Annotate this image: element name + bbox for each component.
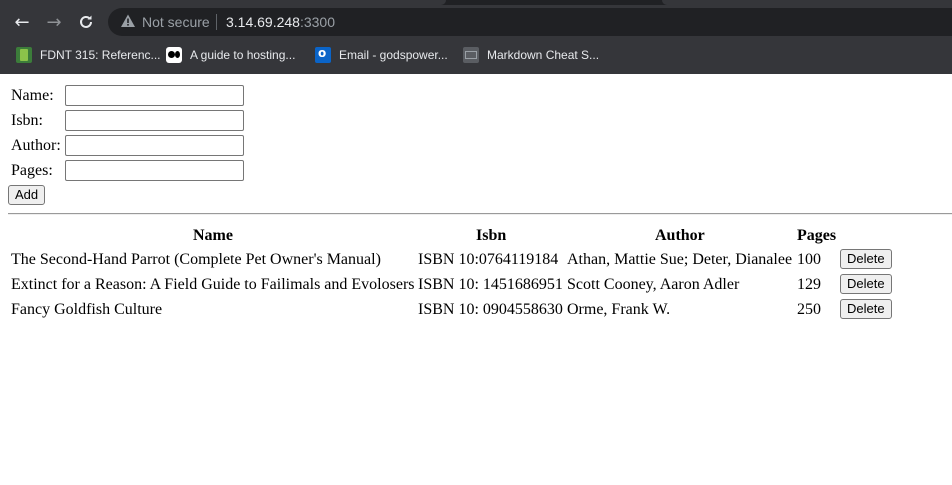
bookmark-label: FDNT 315: Referenc... xyxy=(40,48,161,62)
arrow-right-icon: → xyxy=(46,11,62,33)
bookmark-label: Email - godspower... xyxy=(339,48,448,62)
url-host: 3.14.69.248 xyxy=(226,14,300,30)
book-pages-cell: 250 xyxy=(797,301,821,318)
book-author-cell: Scott Cooney, Aaron Adler xyxy=(567,276,740,293)
security-status-label[interactable]: Not secure xyxy=(142,14,210,30)
bookmarks-bar: FDNT 315: Referenc... A guide to hosting… xyxy=(0,40,952,70)
delete-button[interactable]: Delete xyxy=(840,299,892,319)
book-isbn-cell: ISBN 10: 1451686951 xyxy=(418,276,563,293)
author-input[interactable] xyxy=(65,135,244,156)
url-text[interactable]: 3.14.69.248:3300 xyxy=(226,14,335,30)
delete-button[interactable]: Delete xyxy=(840,274,892,294)
bookmark-markdown[interactable]: Markdown Cheat S... xyxy=(463,47,599,63)
bookmark-label: Markdown Cheat S... xyxy=(487,48,600,62)
warning-icon[interactable] xyxy=(120,13,136,29)
bookmark-hosting-guide[interactable]: A guide to hosting... xyxy=(166,47,295,63)
book-isbn-cell: ISBN 10:0764119184 xyxy=(418,251,559,268)
book-name-cell: The Second-Hand Parrot (Complete Pet Own… xyxy=(11,251,381,268)
book-name-cell: Fancy Goldfish Culture xyxy=(11,301,163,318)
isbn-label: Isbn: xyxy=(11,112,43,129)
address-bar[interactable]: Not secure 3.14.69.248:3300 xyxy=(108,8,952,36)
markdown-favicon-icon xyxy=(463,47,479,63)
pages-input[interactable] xyxy=(65,160,244,181)
reload-button[interactable] xyxy=(72,8,100,36)
reload-icon xyxy=(80,15,92,28)
bookmark-fdnt[interactable]: FDNT 315: Referenc... xyxy=(16,47,161,63)
bookmark-email[interactable]: Email - godspower... xyxy=(315,46,448,63)
book-pages-cell: 129 xyxy=(797,276,821,293)
pages-label: Pages: xyxy=(11,162,53,179)
author-label: Author: xyxy=(11,137,61,154)
bookmark-label: A guide to hosting... xyxy=(190,48,296,62)
back-button[interactable]: ← xyxy=(8,8,36,36)
column-header-author: Author xyxy=(655,227,705,244)
page-content: Name: Isbn: Author: Pages: Add Name Isbn… xyxy=(0,74,952,485)
book-author-cell: Orme, Frank W. xyxy=(567,301,671,318)
book-name-cell: Extinct for a Reason: A Field Guide to F… xyxy=(11,276,415,293)
book-author-cell: Athan, Mattie Sue; Deter, Dianalee xyxy=(567,251,793,268)
arrow-left-icon: ← xyxy=(14,11,30,33)
fdnt-favicon-icon xyxy=(16,47,32,63)
book-pages-cell: 100 xyxy=(797,251,821,268)
column-header-isbn: Isbn xyxy=(476,227,507,244)
url-port: :3300 xyxy=(299,14,336,30)
isbn-input[interactable] xyxy=(65,110,244,131)
name-label: Name: xyxy=(11,87,54,104)
medium-favicon-icon xyxy=(166,47,182,63)
browser-toolbar: ← → Not secure 3.14.69.248:3300 xyxy=(0,5,952,40)
address-separator xyxy=(216,14,217,30)
horizontal-rule xyxy=(8,213,952,215)
column-header-name: Name xyxy=(193,227,233,244)
delete-button[interactable]: Delete xyxy=(840,249,892,269)
name-input[interactable] xyxy=(65,85,244,106)
forward-button[interactable]: → xyxy=(40,8,68,36)
book-isbn-cell: ISBN 10: 0904558630 xyxy=(418,301,563,318)
browser-chrome: ← → Not secure 3.14.69.248:3300 FDNT 315… xyxy=(0,0,952,74)
add-button[interactable]: Add xyxy=(8,185,46,205)
column-header-pages: Pages xyxy=(797,227,837,244)
outlook-favicon-icon xyxy=(315,46,331,63)
